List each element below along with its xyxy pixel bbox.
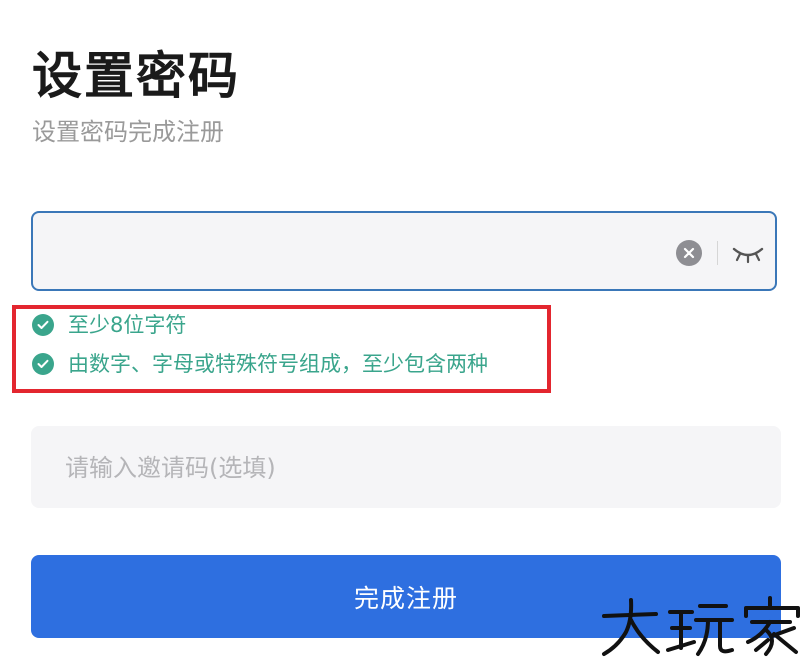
check-circle-icon xyxy=(32,353,54,375)
password-rule-composition: 由数字、字母或特殊符号组成，至少包含两种 xyxy=(32,350,488,378)
set-password-page: 设置密码 设置密码完成注册 至少8位字符 由数字、字母或特殊符号组成，至少包含两… xyxy=(0,0,812,671)
page-subtitle: 设置密码完成注册 xyxy=(32,118,224,146)
check-circle-icon xyxy=(32,314,54,336)
complete-registration-button[interactable]: 完成注册 xyxy=(31,555,781,638)
invite-code-field[interactable] xyxy=(31,426,781,508)
page-title: 设置密码 xyxy=(32,47,240,105)
clear-icon[interactable] xyxy=(676,240,702,266)
password-field[interactable] xyxy=(31,211,777,291)
password-input[interactable] xyxy=(51,231,675,273)
field-divider xyxy=(717,241,718,265)
rule-text: 由数字、字母或特殊符号组成，至少包含两种 xyxy=(68,352,488,376)
rule-text: 至少8位字符 xyxy=(68,313,187,337)
clear-x-glyph xyxy=(683,247,695,259)
invite-code-input[interactable] xyxy=(63,446,747,490)
eye-closed-icon[interactable] xyxy=(729,239,767,267)
password-rule-length: 至少8位字符 xyxy=(32,311,186,339)
